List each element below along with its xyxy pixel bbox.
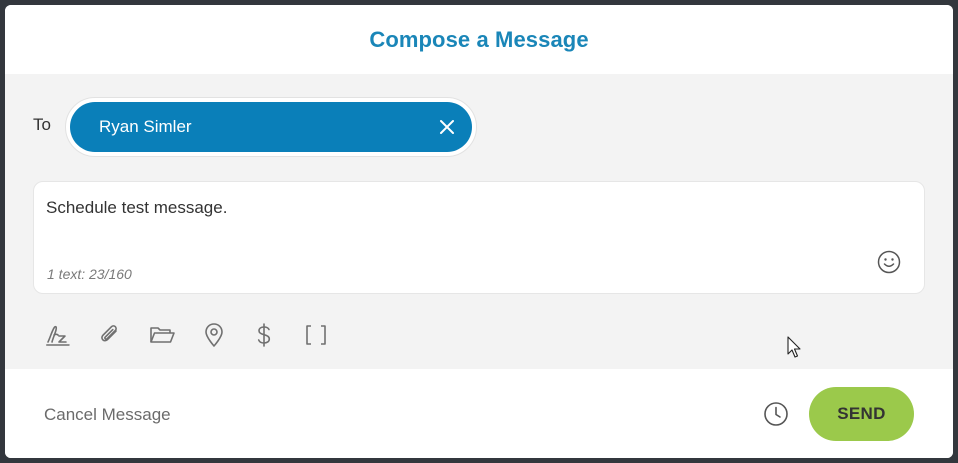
recipient-field[interactable]: Ryan Simler	[65, 97, 477, 157]
close-icon[interactable]	[438, 118, 456, 136]
dollar-icon[interactable]	[251, 322, 277, 348]
mouse-pointer-icon	[787, 336, 801, 358]
character-counter: 1 text: 23/160	[47, 266, 132, 282]
brackets-icon[interactable]	[303, 322, 329, 348]
page-title: Compose a Message	[369, 26, 589, 52]
smiley-icon[interactable]	[877, 250, 901, 274]
recipient-name: Ryan Simler	[99, 117, 192, 136]
cancel-message-button[interactable]: Cancel Message	[44, 405, 171, 425]
location-pin-icon[interactable]	[201, 322, 227, 348]
modal-footer: Cancel Message SEND	[5, 369, 953, 458]
recipient-chip[interactable]: Ryan Simler	[70, 102, 472, 152]
folder-icon[interactable]	[149, 322, 175, 348]
to-label: To	[33, 115, 51, 134]
message-input[interactable]: Schedule test message. 1 text: 23/160	[33, 181, 925, 294]
compose-body: To Ryan Simler Schedule test message. 1 …	[5, 74, 953, 369]
send-button[interactable]: SEND	[809, 387, 914, 441]
clock-icon[interactable]	[763, 401, 789, 427]
modal-header: Compose a Message	[5, 5, 953, 74]
compose-modal: Compose a Message To Ryan Simler Schedul…	[5, 5, 953, 458]
message-text[interactable]: Schedule test message.	[46, 198, 227, 218]
signature-icon[interactable]	[45, 322, 71, 348]
paperclip-icon[interactable]	[97, 322, 123, 348]
